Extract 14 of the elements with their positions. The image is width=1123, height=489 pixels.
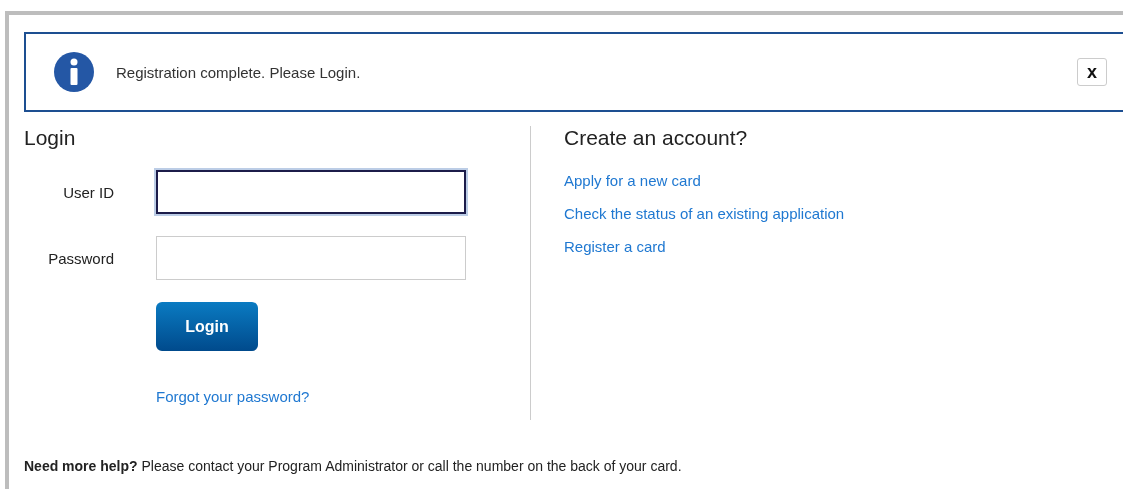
alert-message: Registration complete. Please Login. bbox=[116, 63, 362, 81]
account-link[interactable]: Check the status of an existing application bbox=[564, 205, 845, 222]
input-field[interactable] bbox=[156, 170, 466, 214]
forgot-password-link[interactable]: Forgot your password? bbox=[156, 388, 530, 405]
field-label: Password bbox=[47, 249, 114, 267]
close-button[interactable]: x bbox=[1077, 58, 1107, 86]
create-account-heading: Create an account? bbox=[564, 126, 749, 150]
account-link[interactable]: Apply for a new card bbox=[564, 172, 845, 189]
login-button[interactable]: Login bbox=[156, 302, 258, 351]
field-label: User ID bbox=[62, 183, 114, 201]
info-icon bbox=[54, 52, 94, 92]
help-text: Need more help? Please contact your Program Administrator or call the number on the back of your card. bbox=[24, 458, 683, 474]
login-heading: Login bbox=[24, 126, 77, 150]
account-link[interactable]: Register a card bbox=[564, 238, 845, 255]
